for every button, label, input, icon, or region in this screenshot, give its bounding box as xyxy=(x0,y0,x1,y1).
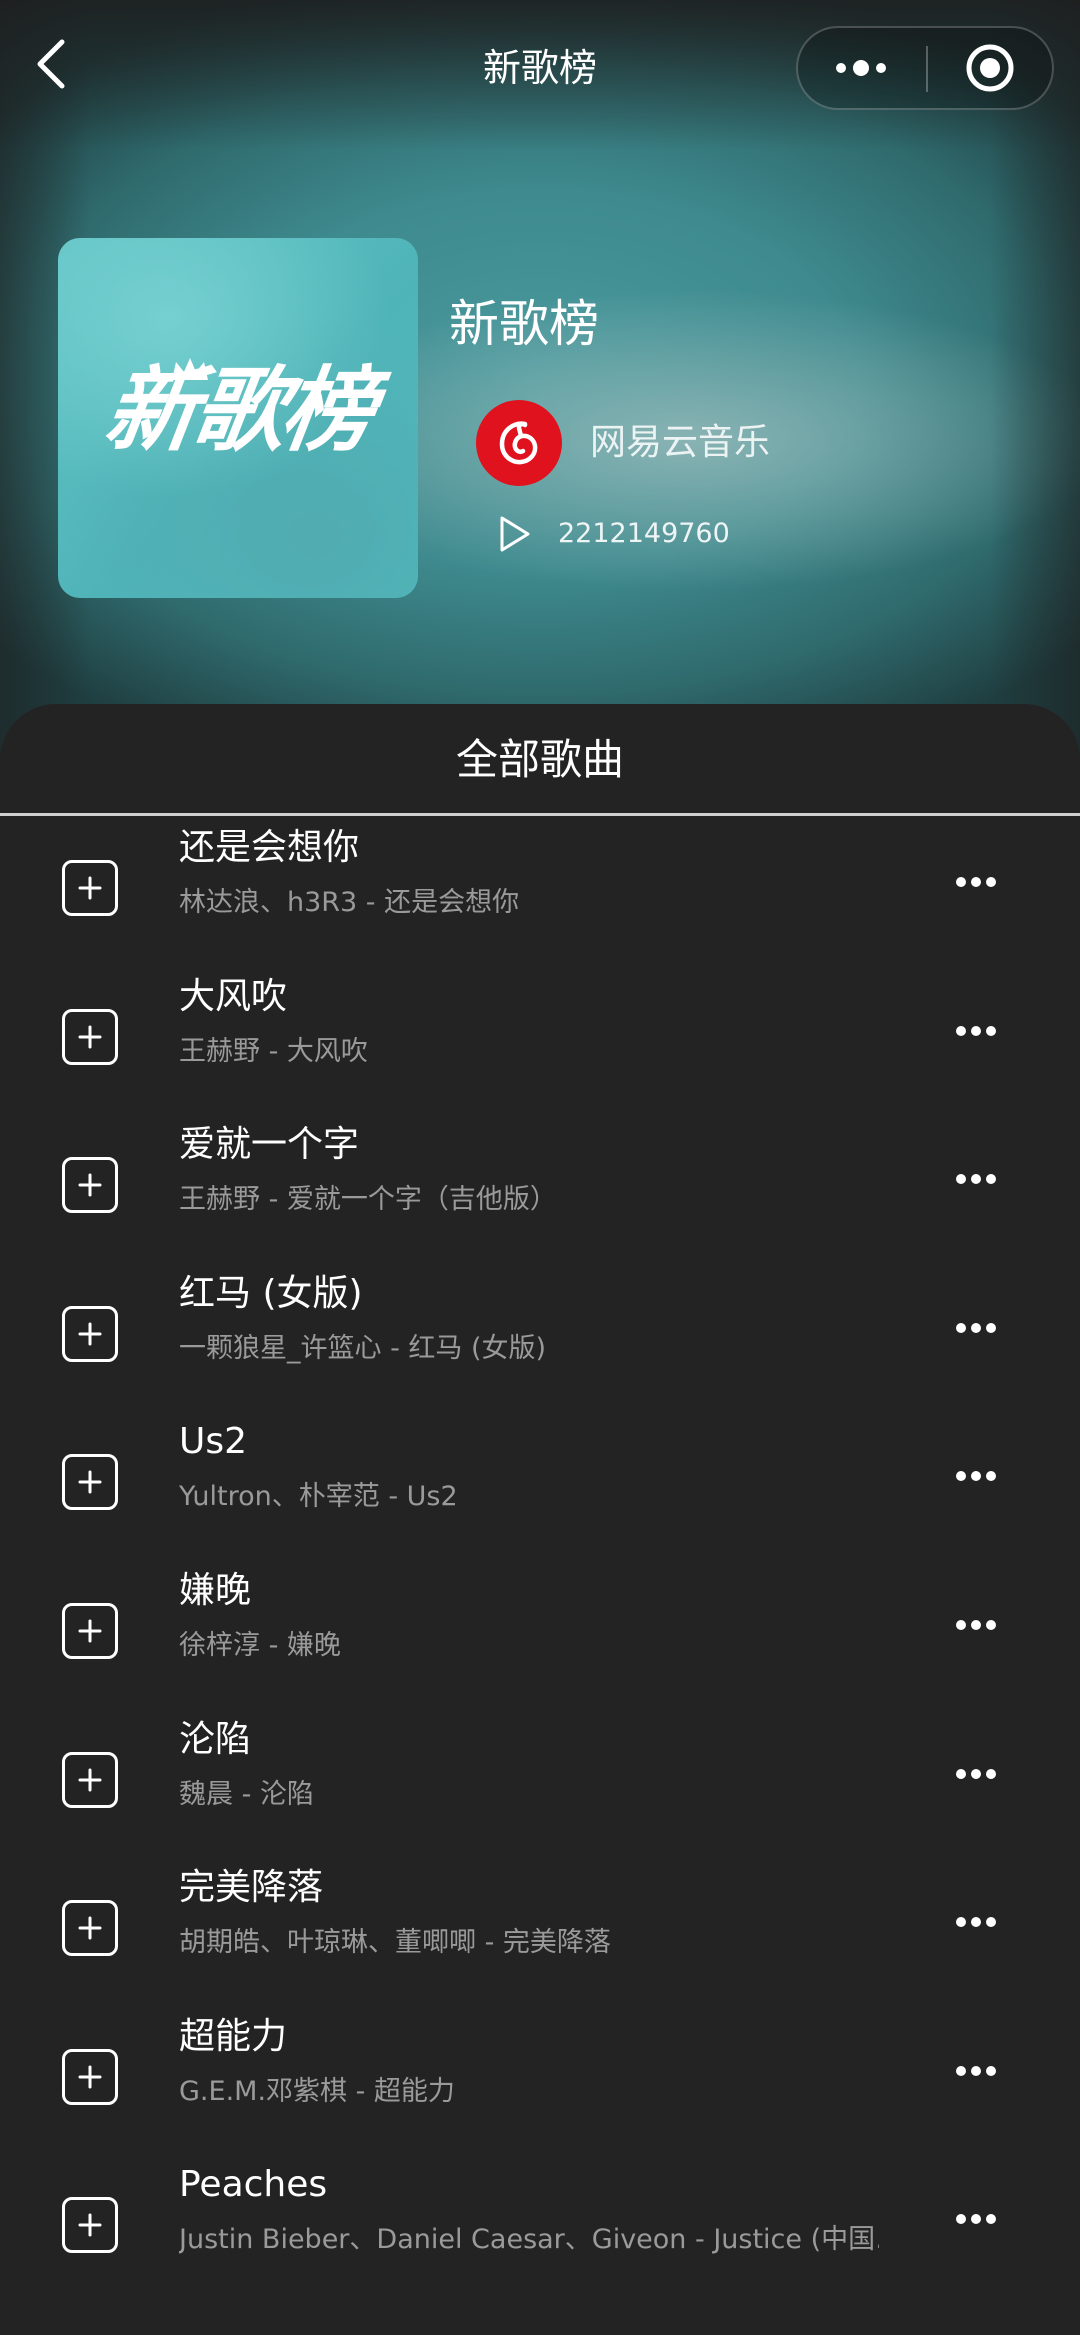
plus-icon xyxy=(78,1470,102,1494)
song-artist-album: 王赫野 - 大风吹 xyxy=(179,1035,368,1067)
song-more-button[interactable] xyxy=(944,1593,1008,1657)
play-count: 2212149760 xyxy=(558,518,730,549)
more-dots-icon xyxy=(956,2065,996,2076)
add-song-button[interactable] xyxy=(62,1008,118,1065)
song-artist-album: 魏晨 - 沦陷 xyxy=(179,1778,314,1810)
playlist-cover[interactable]: 新歌榜 xyxy=(58,238,418,598)
add-song-button[interactable] xyxy=(62,1454,118,1511)
cover-title-text: 新歌榜 xyxy=(98,357,378,464)
creator-name[interactable]: 网易云音乐 xyxy=(590,420,770,466)
song-row[interactable]: 超能力 G.E.M.邓紫棋 - 超能力 xyxy=(0,2005,1080,2154)
capsule-close-button[interactable] xyxy=(928,28,1052,108)
song-more-button[interactable] xyxy=(944,1444,1008,1508)
song-name: 大风吹 xyxy=(179,975,288,1017)
song-more-button[interactable] xyxy=(944,1147,1008,1211)
add-song-button[interactable] xyxy=(62,1900,118,1957)
plus-icon xyxy=(78,1173,102,1197)
more-dots-icon xyxy=(956,1174,996,1185)
song-more-button[interactable] xyxy=(944,1296,1008,1360)
song-more-button[interactable] xyxy=(944,1742,1008,1806)
song-name: 嫌晚 xyxy=(179,1569,252,1611)
song-row[interactable]: Peaches Justin Bieber、Daniel Caesar、Give… xyxy=(0,2153,1080,2302)
song-row[interactable]: 红马 (女版) 一颗狼星_许篮心 - 红马 (女版) xyxy=(0,1262,1080,1411)
song-artist-album: 王赫野 - 爱就一个字（吉他版） xyxy=(179,1184,557,1216)
song-name: 超能力 xyxy=(179,2015,288,2057)
song-artist-album: 徐梓淳 - 嫌晚 xyxy=(179,1629,341,1661)
plus-icon xyxy=(78,1025,102,1049)
song-row[interactable]: 沦陷 魏晨 - 沦陷 xyxy=(0,1708,1080,1857)
song-artist-album: Yultron、朴宰范 - Us2 xyxy=(179,1481,458,1513)
more-dots-icon xyxy=(956,877,996,887)
add-song-button[interactable] xyxy=(62,1157,118,1214)
play-icon xyxy=(500,516,530,552)
plus-icon xyxy=(78,1916,102,1940)
song-artist-album: 一颗狼星_许篮心 - 红马 (女版) xyxy=(179,1332,547,1364)
song-name: 完美降落 xyxy=(179,1867,324,1909)
more-dots-icon xyxy=(836,60,886,76)
song-row[interactable]: 嫌晚 徐梓淳 - 嫌晚 xyxy=(0,1559,1080,1708)
more-dots-icon xyxy=(956,1917,996,1928)
song-list: 还是会想你 林达浪、h3R3 - 还是会想你 大风吹 王赫野 - 大风吹 爱就一… xyxy=(0,816,1080,2302)
song-more-button[interactable] xyxy=(944,2039,1008,2103)
more-dots-icon xyxy=(956,1619,996,1630)
song-row[interactable]: 爱就一个字 王赫野 - 爱就一个字（吉他版） xyxy=(0,1113,1080,1262)
add-song-button[interactable] xyxy=(62,1751,118,1808)
more-dots-icon xyxy=(956,1768,996,1779)
song-row[interactable]: 还是会想你 林达浪、h3R3 - 还是会想你 xyxy=(0,816,1080,965)
plus-icon xyxy=(78,2213,102,2237)
song-artist-album: Justin Bieber、Daniel Caesar、Giveon - Jus… xyxy=(179,2224,879,2256)
song-more-button[interactable] xyxy=(944,1890,1008,1954)
add-song-button[interactable] xyxy=(62,1305,118,1362)
creator-avatar[interactable] xyxy=(476,400,562,486)
plus-icon xyxy=(78,2065,102,2089)
playlist-title: 新歌榜 xyxy=(449,295,599,353)
song-name: Peaches xyxy=(179,2164,328,2206)
song-name: 还是会想你 xyxy=(179,827,360,868)
plus-icon xyxy=(78,876,102,900)
capsule-more-button[interactable] xyxy=(798,28,924,108)
add-song-button[interactable] xyxy=(62,860,118,916)
more-dots-icon xyxy=(956,1471,996,1482)
add-song-button[interactable] xyxy=(62,1602,118,1659)
record-circle-icon xyxy=(966,44,1014,92)
plus-icon xyxy=(78,1768,102,1792)
song-more-button[interactable] xyxy=(944,2187,1008,2251)
more-dots-icon xyxy=(956,2214,996,2225)
song-more-button[interactable] xyxy=(944,999,1008,1063)
song-row[interactable]: Us2 Yultron、朴宰范 - Us2 xyxy=(0,1410,1080,1559)
song-list-header: 全部歌曲 xyxy=(0,704,1080,816)
song-name: 红马 (女版) xyxy=(179,1272,363,1314)
more-dots-icon xyxy=(956,1025,996,1036)
song-name: 爱就一个字 xyxy=(179,1124,360,1166)
mini-program-capsule xyxy=(796,26,1054,110)
song-row[interactable]: 完美降落 胡期皓、叶琼琳、董唧唧 - 完美降落 xyxy=(0,1856,1080,2005)
song-name: Us2 xyxy=(179,1421,248,1463)
netease-music-logo xyxy=(499,421,538,465)
song-name: 沦陷 xyxy=(179,1718,252,1760)
plus-icon xyxy=(78,1619,102,1643)
song-row[interactable]: 大风吹 王赫野 - 大风吹 xyxy=(0,965,1080,1114)
add-song-button[interactable] xyxy=(62,2197,118,2254)
song-artist-album: 胡期皓、叶琼琳、董唧唧 - 完美降落 xyxy=(179,1927,611,1959)
song-more-button[interactable] xyxy=(944,850,1008,914)
song-list-sheet: 全部歌曲 还是会想你 林达浪、h3R3 - 还是会想你 大风吹 王赫野 - 大风… xyxy=(0,704,1080,2335)
song-list-title: 全部歌曲 xyxy=(455,735,624,784)
more-dots-icon xyxy=(956,1322,996,1333)
add-song-button[interactable] xyxy=(62,2048,118,2105)
song-artist-album: G.E.M.邓紫棋 - 超能力 xyxy=(179,2075,455,2107)
top-nav: 新歌榜 xyxy=(0,0,1080,138)
song-artist-album: 林达浪、h3R3 - 还是会想你 xyxy=(179,887,520,918)
plus-icon xyxy=(78,1322,102,1346)
page: 新歌榜 新歌榜 新歌榜 网易云音乐 2212149760 全部歌曲 还是会想你 … xyxy=(0,0,1080,2335)
